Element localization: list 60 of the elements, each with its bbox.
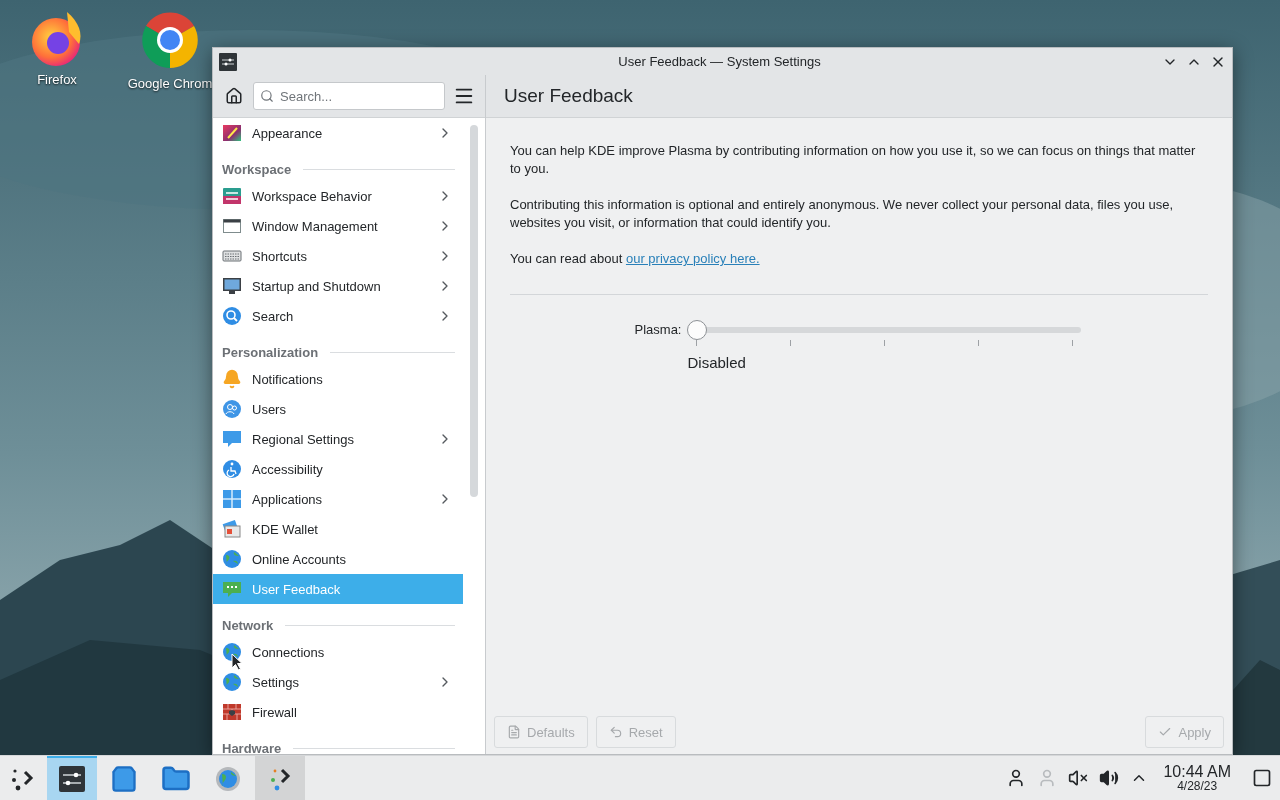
section-header: Hardware [222,741,282,754]
desktop-icon-label: Firefox [37,72,77,87]
slider-label: Plasma: [634,321,682,339]
globe-icon [222,549,242,569]
sidebar-item[interactable]: Firewall [213,697,463,727]
grid-icon [222,489,242,509]
sidebar-item[interactable]: Online Accounts [213,544,463,574]
speech-bubble-icon [222,429,242,449]
search-field[interactable]: Search... [253,82,445,110]
sidebar-item[interactable]: Notifications [213,364,463,394]
check-icon [1158,725,1173,739]
section-header: Personalization [222,345,319,360]
page-title: User Feedback [504,85,633,107]
window-title: User Feedback — System Settings [617,54,822,69]
taskbar-app-button[interactable] [47,756,97,800]
sliders-icon [58,765,86,793]
document-icon [507,725,521,739]
brick-wall-icon [222,702,242,722]
sliders-icon [222,186,242,206]
undo-icon [608,725,623,739]
show-desktop-icon[interactable] [1252,768,1272,788]
sidebar-item[interactable]: Search [213,301,463,331]
sidebar-item[interactable]: Appearance [213,118,463,148]
sidebar-item[interactable]: Accessibility [213,454,463,484]
scrollbar-thumb[interactable] [470,125,478,497]
sidebar-item[interactable]: Startup and Shutdown [213,271,463,301]
sidebar-item[interactable]: Users [213,394,463,424]
sidebar-item[interactable]: KDE Wallet [213,514,463,544]
section-header: Network [222,618,274,633]
slider-value: Disabled [687,354,747,371]
sidebar-item[interactable]: Window Management [213,211,463,241]
globe-icon [214,765,242,793]
users-icon [222,399,242,419]
sliders-icon [219,52,237,71]
clock[interactable]: 10:44 AM 4/28/23 [1163,763,1231,793]
privacy-policy-link[interactable]: our privacy policy here. [625,251,760,266]
chat-bubble-icon [222,579,242,599]
mouse-pointer-icon [231,653,243,671]
bell-icon [222,369,242,389]
paragraph: Contributing this information is optional and entirely anonymous. We never collect your personal data, files you use, websites you visit, or information that could identify you. [510,196,1175,232]
sidebar-item[interactable]: Applications [213,484,463,514]
speaker-icon[interactable] [1099,768,1120,788]
paint-square-icon [222,123,242,143]
globe-icon [222,672,242,692]
paragraph: You can read about our privacy policy here. [510,250,761,268]
wallet-icon [222,519,242,539]
muted-speaker-icon[interactable] [1068,768,1089,788]
sidebar-item[interactable]: Regional Settings [213,424,463,454]
monitor-icon [222,276,242,296]
paragraph: You can help KDE improve Plasma by contributing information on how you use it, so we can focus on things that matter to you. [510,142,1197,178]
search-icon [260,89,274,103]
desktop-icon-label: Google Chrom [127,76,213,91]
sidebar-item[interactable]: Shortcuts [213,241,463,271]
accessibility-icon [222,459,242,479]
sidebar-item[interactable]: Workspace Behavior [213,181,463,211]
sidebar-item[interactable]: Settings [213,667,463,697]
section-header: Workspace [222,162,292,177]
search-icon [222,306,242,326]
slider-thumb[interactable] [687,320,708,340]
window-icon [222,216,242,236]
